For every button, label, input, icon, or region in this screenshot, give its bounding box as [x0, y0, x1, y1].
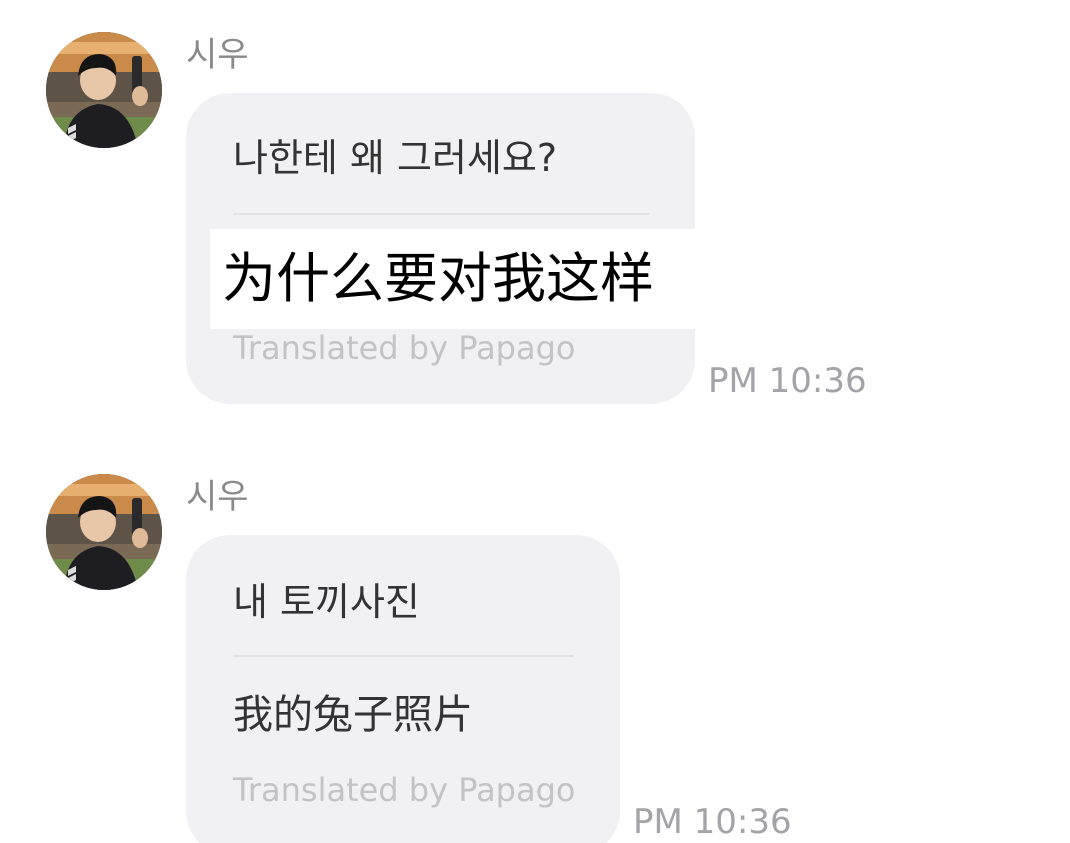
divider	[233, 655, 574, 657]
original-text: 나한테 왜 그러세요?	[233, 136, 558, 180]
timestamp: PM 10:36	[633, 802, 792, 842]
sender-name: 시우	[186, 477, 249, 517]
translation-credit: Translated by Papago	[233, 329, 576, 367]
translated-text: 为什么要对我这样	[210, 229, 696, 329]
divider	[233, 213, 649, 215]
avatar[interactable]	[46, 32, 162, 148]
profile-photo-icon	[46, 32, 162, 148]
profile-photo-icon	[46, 474, 162, 590]
sender-name: 시우	[186, 35, 249, 75]
timestamp: PM 10:36	[708, 361, 867, 401]
avatar[interactable]	[46, 474, 162, 590]
chat-view: 시우 나한테 왜 그러세요? Translated by Papago 为什么要…	[0, 0, 1070, 843]
message-bubble[interactable]: 내 토끼사진 我的兔子照片 Translated by Papago	[186, 535, 620, 843]
translation-credit: Translated by Papago	[233, 771, 576, 809]
original-text: 내 토끼사진	[233, 580, 420, 624]
translated-text: 我的兔子照片	[233, 692, 473, 738]
